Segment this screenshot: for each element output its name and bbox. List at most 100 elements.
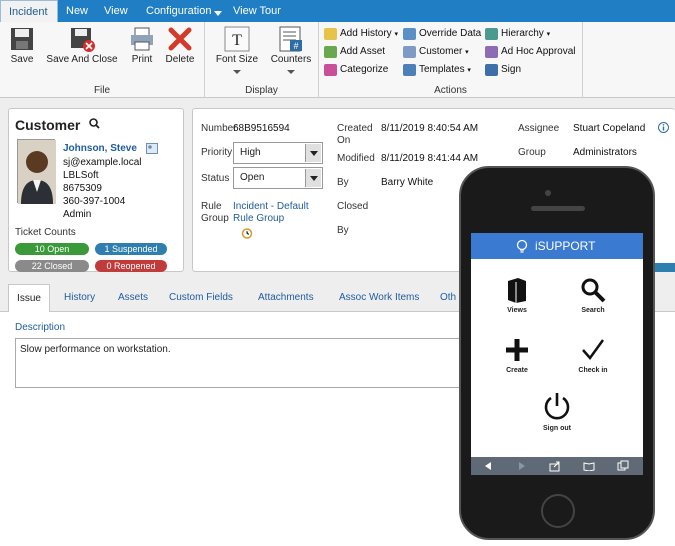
description-textarea[interactable]: Slow performance on workstation. <box>15 338 465 388</box>
group-label: Group <box>518 147 546 158</box>
phone-sign-out-button[interactable]: Sign out <box>527 391 587 432</box>
ribbon: Save Save And Close Print Delete File T <box>0 22 675 98</box>
phone-views-button[interactable]: Views <box>487 277 547 314</box>
customer-role: Admin <box>63 209 92 220</box>
ad-hoc-approval-button[interactable]: Ad Hoc Approval <box>485 44 576 60</box>
status-select[interactable]: Open <box>233 167 323 189</box>
reopened-count-badge[interactable]: 0 Reopened <box>95 260 167 272</box>
tab-custom-fields[interactable]: Custom Fields <box>169 284 233 312</box>
closed-count-badge[interactable]: 22 Closed <box>15 260 89 272</box>
open-count-badge[interactable]: 10 Open <box>15 243 89 255</box>
top-menu-bar: Incident New View Configuration View Tou… <box>0 0 675 22</box>
ribbon-group-label-display: Display <box>245 85 278 96</box>
customer-heading: Customer <box>15 117 81 133</box>
power-icon <box>544 393 570 420</box>
counters-icon: # <box>278 26 304 52</box>
customer-company: LBLSoft <box>63 170 99 181</box>
counters-button[interactable]: # Counters <box>265 26 317 78</box>
priority-select[interactable]: High <box>233 142 323 164</box>
add-history-icon <box>324 28 337 40</box>
info-icon[interactable] <box>658 122 669 136</box>
add-asset-icon <box>324 46 337 58</box>
phone-create-button[interactable]: Create <box>487 337 547 374</box>
add-asset-button[interactable]: Add Asset <box>324 44 385 60</box>
rule-group-link-line2[interactable]: Rule Group <box>233 213 284 224</box>
menu-tab-view[interactable]: View <box>96 0 136 22</box>
categorize-button[interactable]: Categorize <box>324 62 388 78</box>
priority-label: Priority <box>201 147 233 158</box>
hierarchy-button[interactable]: Hierarchy ▾ <box>485 26 550 42</box>
sign-button[interactable]: Sign <box>485 62 521 78</box>
phone-screen: iSUPPORT Views Search Create Check in Si… <box>471 233 643 475</box>
search-icon[interactable] <box>89 118 100 132</box>
save-button[interactable]: Save <box>6 26 38 65</box>
customer-name-link[interactable]: Johnson, Steve <box>63 143 137 154</box>
forward-arrow-icon[interactable] <box>517 461 527 471</box>
add-history-button[interactable]: Add History ▾ <box>324 26 398 42</box>
customer-phone-1: 8675309 <box>63 183 102 194</box>
override-data-icon <box>403 28 416 40</box>
magnifier-icon <box>581 278 606 303</box>
categorize-icon <box>324 64 337 76</box>
font-size-button[interactable]: T Font Size <box>209 26 265 78</box>
delete-x-icon <box>167 26 193 52</box>
tab-issue[interactable]: Issue <box>8 284 50 312</box>
dropdown-arrow-icon[interactable] <box>214 8 222 20</box>
font-t-icon: T <box>224 26 250 52</box>
customer-phone-2: 360-397-1004 <box>63 196 126 207</box>
back-arrow-icon[interactable] <box>483 461 493 471</box>
signature-pen-icon <box>485 64 498 76</box>
delete-button[interactable]: Delete <box>162 26 198 65</box>
ribbon-group-file: Save Save And Close Print Delete File <box>0 22 205 98</box>
status-label: Status <box>201 173 230 184</box>
share-icon[interactable] <box>549 460 561 472</box>
menu-tab-incident[interactable]: Incident <box>0 0 58 22</box>
tab-attachments[interactable]: Attachments <box>258 284 314 312</box>
suspended-count-badge[interactable]: 1 Suspended <box>95 243 167 255</box>
phone-search-button[interactable]: Search <box>563 277 623 314</box>
chevron-down-icon <box>305 169 321 187</box>
rule-group-label-line2: Group <box>201 213 229 224</box>
closed-label: Closed <box>337 201 369 212</box>
phone-app-header: iSUPPORT <box>471 233 643 259</box>
alarm-clock-icon[interactable] <box>241 227 253 242</box>
menu-tab-new[interactable]: New <box>58 0 96 22</box>
menu-tab-configuration[interactable]: Configuration <box>138 0 219 22</box>
created-on-label-line2: On <box>337 135 351 146</box>
customer-button[interactable]: Customer ▾ <box>403 44 469 60</box>
description-label: Description <box>15 322 66 333</box>
rule-group-link-line1[interactable]: Incident - Default <box>233 201 309 212</box>
lightbulb-icon <box>515 237 529 263</box>
bookmarks-icon[interactable] <box>583 461 595 471</box>
modified-value: 8/11/2019 8:41:44 AM <box>381 153 479 164</box>
assignee-value: Stuart Copeland <box>573 123 646 134</box>
tab-history[interactable]: History <box>64 284 95 312</box>
print-button[interactable]: Print <box>126 26 158 65</box>
templates-button[interactable]: Templates ▾ <box>403 62 471 78</box>
tab-assets[interactable]: Assets <box>118 284 148 312</box>
ticket-number: 68B9516594 <box>233 123 290 134</box>
phone-speaker <box>531 206 585 211</box>
modified-by-label: By <box>337 177 349 188</box>
ribbon-group-label-file: File <box>93 85 111 96</box>
tab-other[interactable]: Oth <box>440 284 456 312</box>
book-icon <box>508 278 526 303</box>
phone-check-in-button[interactable]: Check in <box>563 337 623 374</box>
printer-icon <box>129 26 155 52</box>
phone-home-button[interactable] <box>541 494 575 528</box>
tabs-icon[interactable] <box>617 460 629 472</box>
phone-camera <box>545 190 551 196</box>
approval-people-icon <box>485 46 498 58</box>
save-and-close-button[interactable]: Save And Close <box>42 26 122 65</box>
tab-assoc-work-items[interactable]: Assoc Work Items <box>339 284 419 312</box>
ribbon-group-actions: Add History ▾ Override Data Hierarchy ▾ … <box>319 22 583 98</box>
group-value: Administrators <box>573 147 637 158</box>
menu-tab-view-tour[interactable]: View Tour <box>225 0 289 22</box>
override-data-button[interactable]: Override Data <box>403 26 481 42</box>
assignee-label: Assignee <box>518 123 560 134</box>
closed-by-label: By <box>337 225 349 236</box>
customer-card-icon <box>403 46 416 58</box>
svg-text:T: T <box>232 32 242 49</box>
rule-group-label-line1: Rule <box>201 201 222 212</box>
contact-card-icon[interactable] <box>146 143 158 157</box>
